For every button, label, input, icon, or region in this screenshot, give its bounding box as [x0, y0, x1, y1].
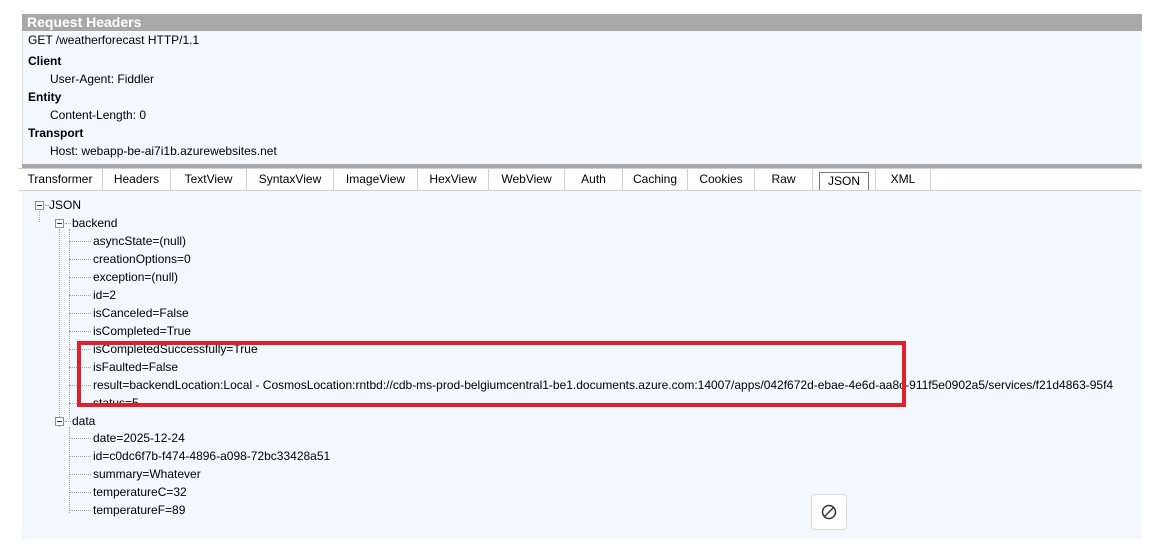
header-group-client[interactable]: Client: [28, 52, 61, 70]
tree-root-json[interactable]: JSON: [49, 196, 81, 214]
tab-auth[interactable]: Auth: [565, 169, 623, 190]
tab-transformer[interactable]: Transformer: [18, 169, 103, 190]
tree-leaf[interactable]: date=2025-12-24: [93, 429, 185, 447]
tree-connector: [69, 438, 91, 439]
tree-node-backend[interactable]: backend: [72, 214, 117, 232]
cancel-icon: [821, 504, 837, 520]
tree-connector: [69, 510, 91, 511]
collapse-root-icon[interactable]: [35, 201, 44, 210]
tree-connector: [59, 229, 60, 427]
tree-leaf[interactable]: isCompleted=True: [93, 322, 191, 340]
top-margin: [0, 0, 1153, 14]
tab-webview[interactable]: WebView: [489, 169, 565, 190]
tab-raw[interactable]: Raw: [755, 169, 813, 190]
header-group-transport[interactable]: Transport: [28, 124, 83, 142]
tree-node-data[interactable]: data: [72, 412, 95, 430]
response-tab-bar: Transformer Headers TextView SyntaxView …: [18, 168, 1142, 191]
tree-leaf[interactable]: result=backendLocation:Local - CosmosLoc…: [93, 376, 1113, 394]
tree-connector: [69, 331, 91, 332]
cancel-button[interactable]: [811, 494, 847, 530]
tree-leaf[interactable]: temperatureC=32: [93, 483, 187, 501]
tree-leaf[interactable]: temperatureF=89: [93, 501, 185, 519]
tree-connector: [69, 313, 91, 314]
tree-leaf[interactable]: status=5: [93, 394, 139, 412]
tree-connector: [69, 456, 91, 457]
tab-json[interactable]: JSON: [813, 169, 876, 190]
tab-imageview[interactable]: ImageView: [334, 169, 418, 190]
tree-connector: [69, 295, 91, 296]
tab-json-label: JSON: [818, 172, 869, 190]
tree-leaf[interactable]: isFaulted=False: [93, 358, 178, 376]
tab-cookies[interactable]: Cookies: [688, 169, 755, 190]
tree-connector: [69, 474, 91, 475]
collapse-backend-icon[interactable]: [55, 219, 64, 228]
tree-connector: [69, 229, 70, 419]
request-line: GET /weatherforecast HTTP/1.1: [28, 33, 200, 47]
tree-connector: [69, 349, 91, 350]
request-headers-panel: GET /weatherforecast HTTP/1.1 Client Use…: [22, 31, 1142, 164]
tree-connector: [39, 211, 40, 222]
header-user-agent[interactable]: User-Agent: Fiddler: [50, 70, 154, 88]
tree-connector: [69, 367, 91, 368]
tree-leaf[interactable]: id=c0dc6f7b-f474-4896-a098-72bc33428a51: [93, 447, 330, 465]
tab-xml[interactable]: XML: [876, 169, 931, 190]
tree-connector: [69, 492, 91, 493]
right-margin: [1142, 14, 1153, 548]
tree-connector: [69, 241, 91, 242]
tab-caching[interactable]: Caching: [623, 169, 688, 190]
tree-connector: [69, 259, 91, 260]
tree-leaf[interactable]: asyncState=(null): [93, 232, 186, 250]
tree-connector: [65, 421, 71, 422]
tab-hexview[interactable]: HexView: [418, 169, 489, 190]
json-tree-panel: JSON backend asyncState=(null) creationO…: [22, 191, 1142, 539]
tree-connector: [69, 403, 91, 404]
tree-leaf[interactable]: isCanceled=False: [93, 304, 189, 322]
collapse-data-icon[interactable]: [55, 417, 64, 426]
tree-leaf[interactable]: id=2: [93, 286, 116, 304]
header-group-entity[interactable]: Entity: [28, 88, 61, 106]
request-headers-title: Request Headers: [22, 14, 1142, 31]
tree-connector: [65, 223, 71, 224]
tree-leaf[interactable]: exception=(null): [93, 268, 178, 286]
tree-leaf[interactable]: summary=Whatever: [93, 465, 201, 483]
tab-textview[interactable]: TextView: [171, 169, 247, 190]
tab-syntaxview[interactable]: SyntaxView: [247, 169, 334, 190]
header-host[interactable]: Host: webapp-be-ai7i1b.azurewebsites.net: [50, 142, 277, 160]
tree-connector: [69, 277, 91, 278]
tree-connector: [69, 385, 91, 386]
tree-leaf[interactable]: isCompletedSuccessfully=True: [93, 340, 258, 358]
tab-headers[interactable]: Headers: [103, 169, 171, 190]
tree-leaf[interactable]: creationOptions=0: [93, 250, 191, 268]
header-content-length[interactable]: Content-Length: 0: [50, 106, 146, 124]
tree-connector: [69, 427, 70, 513]
